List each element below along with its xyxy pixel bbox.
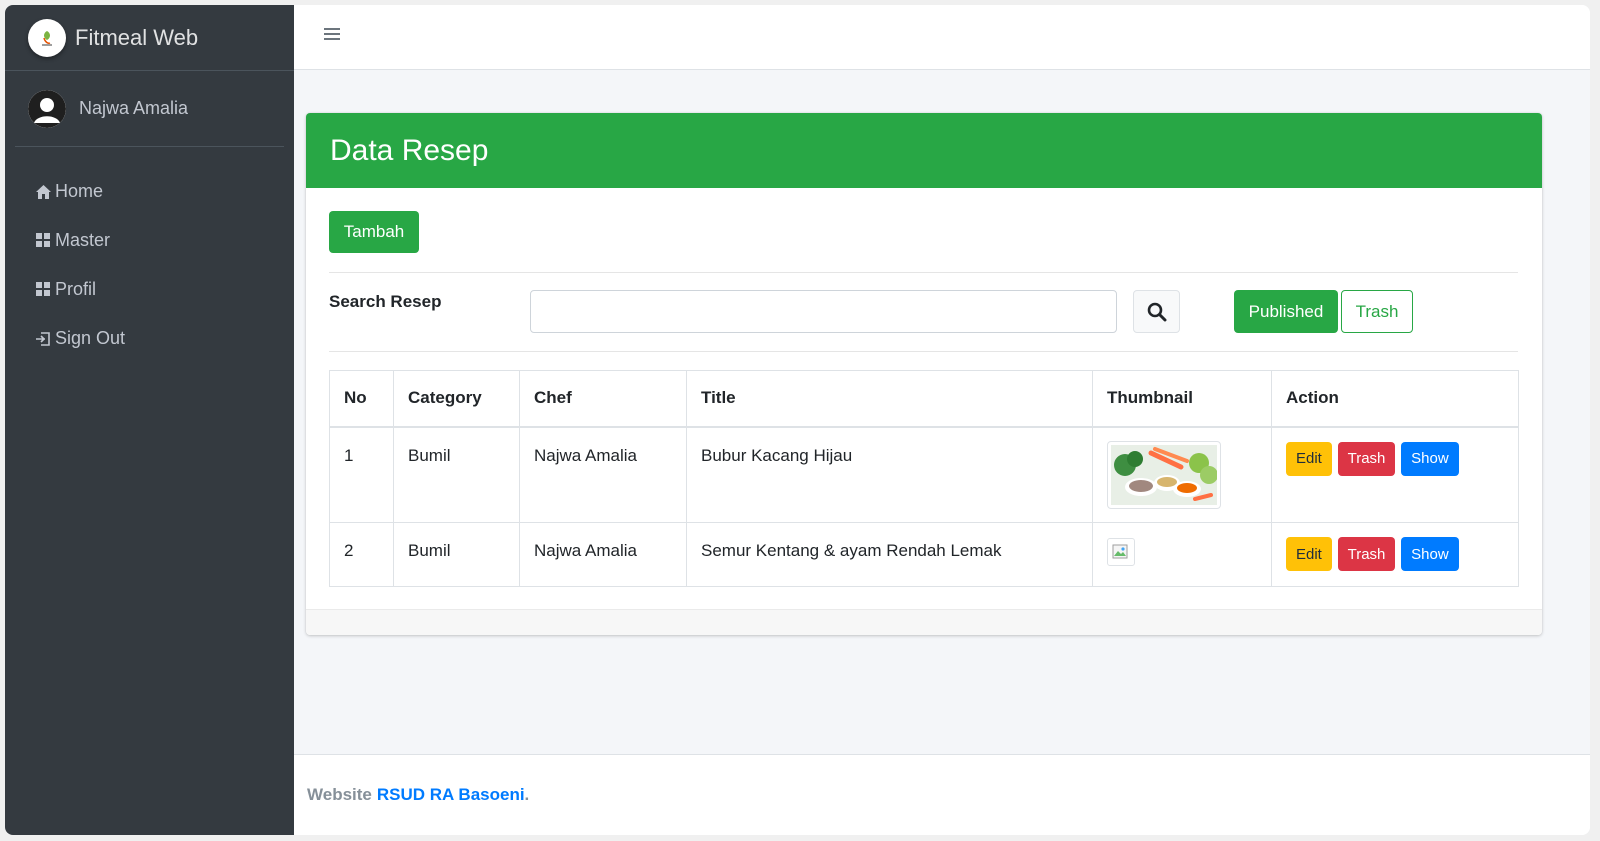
- grid-icon: [34, 281, 52, 299]
- published-filter-button[interactable]: Published: [1234, 290, 1338, 333]
- card-body: Tambah Search Resep Published Trash No C…: [306, 188, 1542, 609]
- sidebar-item-profil[interactable]: Profil: [5, 265, 294, 314]
- brand-name: Fitmeal Web: [75, 24, 199, 50]
- card-footer: [306, 609, 1542, 635]
- cell-category: Bumil: [393, 426, 520, 523]
- grid-icon: [34, 232, 52, 250]
- trash-button[interactable]: Trash: [1337, 537, 1396, 571]
- add-button[interactable]: Tambah: [329, 211, 419, 253]
- sidebar-nav: Home Master Profil Sign Out: [5, 147, 294, 363]
- search-button[interactable]: [1133, 290, 1180, 333]
- divider: [329, 351, 1518, 352]
- sidebar-item-label: Profil: [55, 279, 97, 299]
- page-footer: Website RSUD RA Basoeni.: [294, 754, 1590, 835]
- sidebar-item-label: Sign Out: [55, 328, 126, 348]
- show-button[interactable]: Show: [1401, 537, 1459, 571]
- edit-button[interactable]: Edit: [1286, 441, 1332, 476]
- cell-actions: Edit Trash Show: [1271, 426, 1519, 523]
- column-header-category: Category: [393, 370, 520, 428]
- footer-link[interactable]: RSUD RA Basoeni: [377, 785, 525, 805]
- top-navbar: [294, 5, 1590, 70]
- user-panel[interactable]: Najwa Amalia: [15, 71, 284, 147]
- sidebar: Fitmeal Web Najwa Amalia Home Master Pro…: [5, 5, 294, 835]
- sign-out-icon: [34, 330, 52, 348]
- sidebar-item-master[interactable]: Master: [5, 216, 294, 265]
- cell-actions: Edit Trash Show: [1271, 522, 1519, 587]
- table-header-row: No Category Chef Title Thumbnail Action: [329, 370, 1519, 428]
- search-input[interactable]: [530, 290, 1117, 333]
- user-name: Najwa Amalia: [79, 98, 189, 118]
- cell-chef: Najwa Amalia: [519, 522, 687, 587]
- cell-no: 1: [329, 426, 394, 523]
- recipe-thumbnail-image[interactable]: [1107, 440, 1221, 509]
- column-header-chef: Chef: [519, 370, 687, 428]
- show-button[interactable]: Show: [1401, 441, 1459, 476]
- hamburger-menu-icon[interactable]: [324, 28, 340, 44]
- cell-category: Bumil: [393, 522, 520, 587]
- trash-button[interactable]: Trash: [1337, 441, 1396, 476]
- brand-logo-icon: [28, 18, 66, 57]
- cell-chef: Najwa Amalia: [519, 426, 687, 523]
- table-row: 2 Bumil Najwa Amalia Semur Kentang & aya…: [329, 522, 1519, 587]
- search-icon: [1147, 302, 1166, 321]
- search-label: Search Resep: [329, 292, 442, 311]
- sidebar-item-home[interactable]: Home: [5, 167, 294, 216]
- home-icon: [34, 183, 52, 201]
- broken-image-icon[interactable]: [1107, 538, 1135, 566]
- recipe-card: Data Resep Tambah Search Resep Published…: [306, 113, 1542, 635]
- edit-button[interactable]: Edit: [1286, 537, 1332, 571]
- recipe-table: No Category Chef Title Thumbnail Action …: [329, 370, 1519, 587]
- column-header-action: Action: [1271, 370, 1519, 428]
- divider: [329, 272, 1518, 273]
- column-header-thumbnail: Thumbnail: [1092, 370, 1272, 428]
- cell-title: Bubur Kacang Hijau: [686, 426, 1093, 523]
- column-header-no: No: [329, 370, 394, 428]
- footer-prefix: Website: [307, 785, 372, 804]
- cell-thumbnail: [1092, 426, 1272, 523]
- column-header-title: Title: [686, 370, 1093, 428]
- footer-suffix: .: [524, 785, 530, 804]
- sidebar-item-label: Master: [55, 230, 111, 250]
- cell-thumbnail: [1092, 522, 1272, 587]
- app-window: Fitmeal Web Najwa Amalia Home Master Pro…: [5, 5, 1590, 835]
- cell-title: Semur Kentang & ayam Rendah Lemak: [686, 522, 1093, 587]
- brand[interactable]: Fitmeal Web: [5, 5, 294, 71]
- trash-filter-button[interactable]: Trash: [1341, 290, 1413, 333]
- avatar: [28, 89, 66, 128]
- sidebar-item-sign-out[interactable]: Sign Out: [5, 314, 294, 363]
- cell-no: 2: [329, 522, 394, 587]
- sidebar-item-label: Home: [55, 181, 104, 201]
- table-row: 1 Bumil Najwa Amalia Bubur Kacang Hijau: [329, 426, 1519, 523]
- page-title: Data Resep: [306, 113, 1542, 188]
